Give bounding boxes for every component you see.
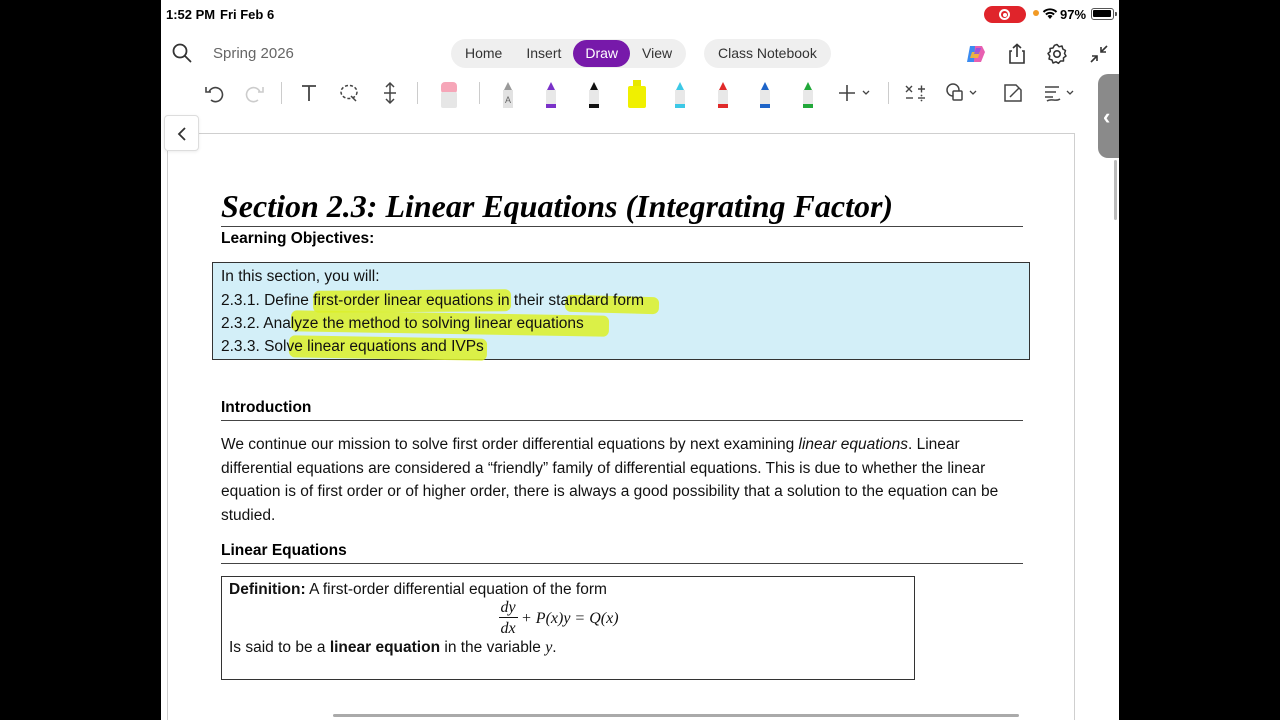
formula-numerator: dy [500, 599, 516, 616]
status-bar: 1:52 PM Fri Feb 6 97% [161, 0, 1119, 28]
pen-blue-icon[interactable] [757, 78, 773, 110]
pen-black-icon[interactable] [586, 78, 602, 110]
objective-intro: In this section, you will: [221, 268, 380, 285]
pen-green-icon[interactable] [800, 78, 816, 110]
copilot-icon[interactable] [964, 42, 988, 66]
fraction-bar [499, 617, 518, 618]
objectives-heading: Learning Objectives: [221, 230, 375, 247]
search-icon[interactable] [171, 42, 193, 64]
formula-denominator: dx [500, 620, 516, 637]
lasso-select-icon[interactable] [336, 80, 362, 106]
settings-gear-icon[interactable] [1045, 42, 1069, 66]
definition-conclusion: Is said to be a linear equation in the v… [229, 639, 557, 656]
ink-to-shape-icon[interactable] [1000, 80, 1026, 106]
screen-recording-icon[interactable] [984, 6, 1026, 23]
eraser-tool-icon[interactable] [439, 78, 459, 110]
ink-to-text-icon[interactable] [1041, 80, 1081, 106]
wifi-icon [1042, 8, 1058, 19]
battery-icon [1091, 8, 1117, 20]
status-date: Fri Feb 6 [220, 7, 275, 22]
toolbar-divider [479, 82, 480, 104]
introduction-heading: Introduction [221, 399, 312, 416]
status-time: 1:52 PM [166, 7, 216, 22]
linear-equations-heading: Linear Equations [221, 542, 347, 559]
microphone-indicator-icon [1033, 10, 1039, 16]
onenote-window: 1:52 PM Fri Feb 6 97% Spring 2026 Home I… [161, 0, 1119, 720]
add-space-icon[interactable] [377, 80, 403, 106]
add-pen-icon[interactable] [836, 80, 876, 106]
toolbar-divider [417, 82, 418, 104]
toolbar-divider [888, 82, 889, 104]
redo-icon[interactable] [242, 80, 268, 106]
objective-item: 2.3.2. Analyze the method to solving lin… [221, 315, 584, 332]
tab-home[interactable]: Home [453, 40, 514, 67]
chevron-left-icon [177, 127, 186, 141]
horizontal-scrollbar[interactable] [333, 714, 1019, 717]
introduction-paragraph: We continue our mission to solve first o… [221, 436, 999, 524]
tab-view[interactable]: View [630, 40, 684, 67]
ribbon-tabs: Home Insert Draw View [451, 39, 687, 68]
class-notebook-button[interactable]: Class Notebook [704, 39, 831, 68]
definition-label: Definition: [229, 581, 306, 598]
vertical-scrollbar[interactable] [1114, 160, 1117, 220]
heading-rule [221, 563, 1023, 564]
collapse-icon[interactable] [1087, 42, 1111, 66]
shapes-icon[interactable] [944, 80, 984, 106]
objective-item: 2.3.3. Solve linear equations and IVPs [221, 338, 484, 355]
undo-icon[interactable] [201, 80, 227, 106]
toolbar-divider [281, 82, 282, 104]
tab-draw[interactable]: Draw [573, 40, 631, 67]
definition-box: Definition: A first-order differential e… [221, 576, 915, 680]
objectives-box: In this section, you will: 2.3.1. Define… [212, 262, 1030, 361]
pen-gray-icon[interactable]: A [500, 78, 516, 110]
heading-rule [221, 226, 1023, 227]
definition-line: Definition: A first-order differential e… [229, 581, 607, 598]
section-title: Section 2.3: Linear Equations (Integrati… [221, 188, 894, 224]
notebook-title[interactable]: Spring 2026 [213, 45, 294, 62]
text-tool-icon[interactable] [296, 80, 322, 106]
svg-text:A: A [505, 95, 511, 105]
pen-cyan-icon[interactable] [672, 78, 688, 110]
tab-insert[interactable]: Insert [514, 40, 573, 67]
share-icon[interactable] [1005, 42, 1029, 66]
formula-rest: + P(x)y = Q(x) [521, 610, 619, 627]
back-button[interactable] [164, 115, 199, 151]
math-icon[interactable] [902, 80, 928, 106]
pen-purple-icon[interactable] [543, 78, 559, 110]
heading-rule [221, 420, 1023, 421]
battery-percent: 97% [1060, 7, 1087, 22]
objective-item: 2.3.1. Define first-order linear equatio… [221, 292, 645, 309]
sidebar-toggle-handle[interactable]: ‹ [1098, 74, 1119, 158]
pen-red-icon[interactable] [715, 78, 731, 110]
highlighter-yellow-icon[interactable] [625, 78, 649, 110]
